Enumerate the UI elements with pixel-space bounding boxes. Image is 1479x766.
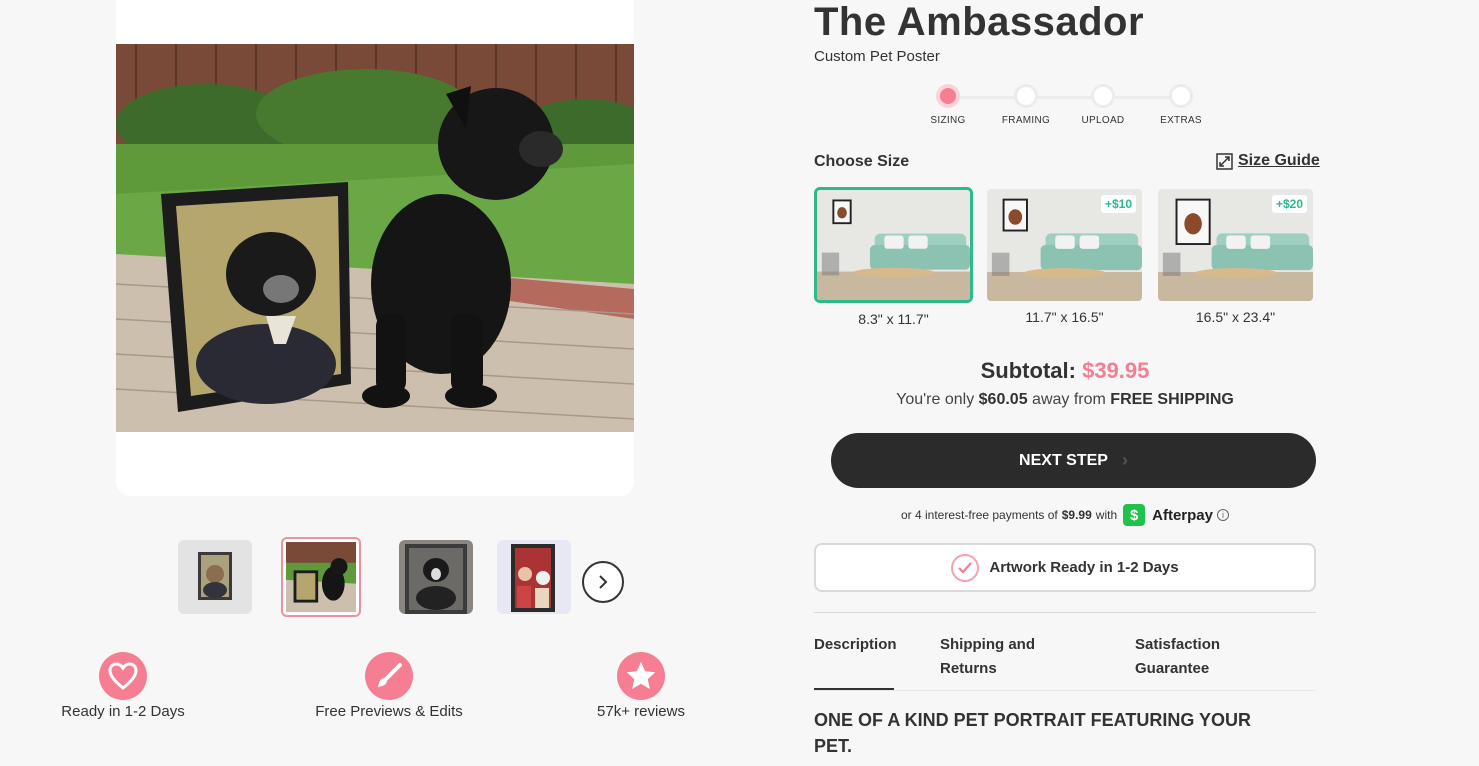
tab-label-line: Shipping and xyxy=(940,636,1035,653)
step-sizing[interactable]: SIZING xyxy=(918,84,978,126)
price-badge: +$20 xyxy=(1271,195,1307,213)
chevron-right-icon: › xyxy=(1121,450,1128,470)
step-dot xyxy=(1014,84,1038,108)
check-icon xyxy=(951,553,980,582)
thumbnail-1[interactable] xyxy=(178,540,252,614)
size-label: 16.5" x 23.4" xyxy=(1195,309,1276,325)
afterpay-with: with xyxy=(1095,508,1118,522)
afterpay-prefix: or 4 interest-free payments of xyxy=(901,508,1058,522)
step-label: FRAMING xyxy=(1001,115,1051,126)
thumbnail-next-button[interactable] xyxy=(582,561,624,603)
step-dot xyxy=(936,84,960,108)
choose-size-heading: Choose Size xyxy=(814,153,910,170)
feature-label: Ready in 1-2 Days xyxy=(61,703,185,720)
artwork-ready-label: Artwork Ready in 1-2 Days xyxy=(989,559,1179,576)
thumbnail-2[interactable] xyxy=(281,537,361,617)
shipping-suffix: FREE SHIPPING xyxy=(1110,391,1234,408)
thumbnail-3[interactable] xyxy=(399,540,473,614)
step-label: UPLOAD xyxy=(1081,115,1125,126)
description-heading: ONE OF A KIND PET PORTRAIT FEATURING YOU… xyxy=(814,710,1252,756)
size-option-small[interactable] xyxy=(814,187,973,303)
free-shipping-note: You're only $60.05 away from FREE SHIPPI… xyxy=(814,391,1316,409)
thumbnail-4[interactable] xyxy=(497,540,571,614)
subtotal-amount: $39.95 xyxy=(1082,358,1150,383)
feature-item: Free Previews & Edits xyxy=(299,652,479,720)
feature-highlights: Ready in 1-2 Days Free Previews & Edits … xyxy=(40,652,720,732)
main-product-photo[interactable] xyxy=(116,44,634,432)
tab-satisfaction-guarantee[interactable]: Satisfaction Guarantee xyxy=(1135,633,1220,681)
chevron-right-icon xyxy=(599,575,608,589)
order-stepper: SIZING FRAMING UPLOAD EXTRAS xyxy=(925,84,1215,130)
section-divider xyxy=(814,612,1316,613)
shipping-amount: $60.05 xyxy=(978,391,1028,408)
shipping-prefix: You're only xyxy=(896,391,975,408)
tab-label-line: Guarantee xyxy=(1135,660,1210,677)
size-option-medium[interactable]: +$10 xyxy=(985,187,1144,303)
shipping-mid: away from xyxy=(1032,391,1106,408)
artwork-ready-badge: Artwork Ready in 1-2 Days xyxy=(814,543,1316,592)
feature-label: Free Previews & Edits xyxy=(315,703,463,720)
size-label: 11.7" x 16.5" xyxy=(1025,309,1104,325)
subtotal: Subtotal: $39.95 xyxy=(814,358,1316,384)
price-badge: +$10 xyxy=(1100,195,1136,213)
active-tab-indicator xyxy=(814,688,894,690)
subtotal-label: Subtotal: xyxy=(980,358,1076,383)
step-upload[interactable]: UPLOAD xyxy=(1073,84,1133,126)
tab-label: Description xyxy=(814,636,897,653)
step-dot xyxy=(1169,84,1193,108)
step-dot xyxy=(1091,84,1115,108)
thumbnail-strip xyxy=(176,537,636,619)
feature-label: 57k+ reviews xyxy=(597,703,685,720)
tab-label-line: Satisfaction xyxy=(1135,636,1221,653)
step-framing[interactable]: FRAMING xyxy=(996,84,1056,126)
product-subtitle: Custom Pet Poster xyxy=(814,48,940,65)
product-image-card xyxy=(116,0,634,496)
expand-icon xyxy=(1216,152,1233,170)
size-option-large[interactable]: +$20 xyxy=(1156,187,1315,303)
afterpay-note: or 4 interest-free payments of $9.99 wit… xyxy=(814,504,1316,526)
feature-item: Ready in 1-2 Days xyxy=(33,652,213,720)
stepper-track xyxy=(955,96,1181,99)
step-label: SIZING xyxy=(930,115,966,126)
info-icon[interactable]: i xyxy=(1216,509,1229,521)
size-label: 8.3" x 11.7" xyxy=(858,311,929,327)
step-extras[interactable]: EXTRAS xyxy=(1151,84,1211,126)
afterpay-logo-icon: $ xyxy=(1123,504,1146,526)
tab-shipping-returns[interactable]: Shipping and Returns xyxy=(940,633,1035,681)
size-guide-label: Size Guide xyxy=(1238,152,1320,169)
brush-icon xyxy=(365,652,413,700)
afterpay-brand: Afterpay xyxy=(1152,506,1213,524)
star-icon xyxy=(617,652,665,700)
next-step-label: NEXT STEP xyxy=(1019,451,1108,469)
tab-label-line: Returns xyxy=(940,660,997,677)
tab-description[interactable]: Description xyxy=(814,633,897,657)
tabs-baseline xyxy=(814,690,1316,691)
product-title: The Ambassador xyxy=(814,0,1145,44)
heart-icon xyxy=(99,652,147,700)
next-step-button[interactable]: NEXT STEP › xyxy=(831,433,1316,488)
step-label: EXTRAS xyxy=(1160,115,1202,126)
feature-item: 57k+ reviews xyxy=(551,652,731,720)
afterpay-amount: $9.99 xyxy=(1061,508,1092,522)
size-guide-link[interactable]: Size Guide xyxy=(1216,152,1320,170)
